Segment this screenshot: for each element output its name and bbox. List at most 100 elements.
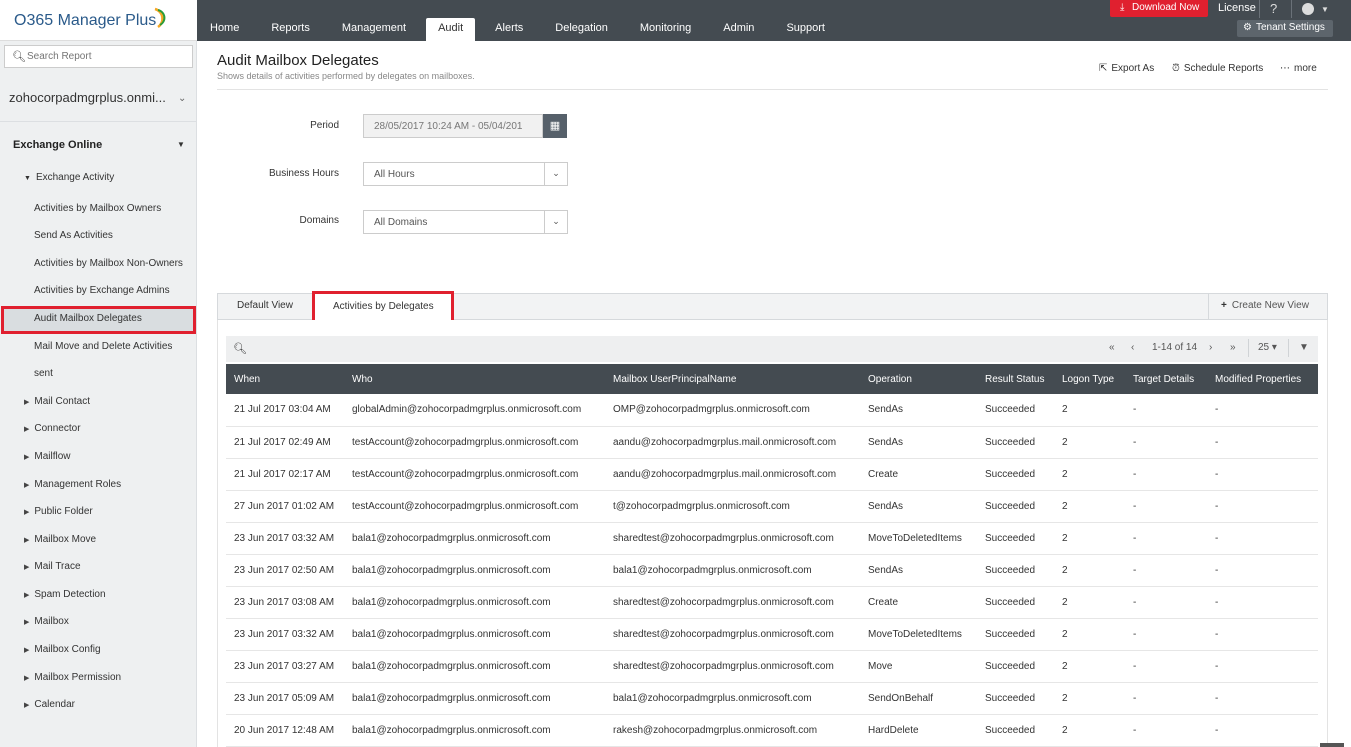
col-operation[interactable]: Operation <box>860 364 977 394</box>
table-row[interactable]: 23 Jun 2017 03:32 AM bala1@zohocorpadmgrp… <box>226 618 1318 651</box>
help-icon[interactable]: ? <box>1270 1 1277 16</box>
sidebar-link-activities-by-mailbox-non-owners[interactable]: Activities by Mailbox Non-Owners <box>34 258 183 269</box>
nav-admin[interactable]: Admin <box>711 18 766 41</box>
sidebar-group-management-roles[interactable]: ▶ Management Roles <box>24 479 121 490</box>
cell-who: bala1@zohocorpadmgrplus.onmicrosoft.com <box>344 682 605 715</box>
sidebar-group-label: Management Roles <box>34 479 122 490</box>
sidebar-group-mailbox-move[interactable]: ▶ Mailbox Move <box>24 534 96 545</box>
sidebar-group-calendar[interactable]: ▶ Calendar <box>24 699 75 710</box>
sidebar-link-activities-by-mailbox-owners[interactable]: Activities by Mailbox Owners <box>34 203 161 214</box>
col-target-details[interactable]: Target Details <box>1125 364 1207 394</box>
sidebar-group-connector[interactable]: ▶ Connector <box>24 423 81 434</box>
sidebar-group-mailflow[interactable]: ▶ Mailflow <box>24 451 71 462</box>
period-field[interactable]: 28/05/2017 10:24 AM - 05/04/201 <box>363 114 543 138</box>
caret-down-icon[interactable]: ▼ <box>177 140 185 149</box>
cell-logon-type: 2 <box>1054 618 1125 651</box>
sidebar-link-activities-by-exchange-admins[interactable]: Activities by Exchange Admins <box>34 285 170 296</box>
sidebar-group-mailbox-permission[interactable]: ▶ Mailbox Permission <box>24 672 121 683</box>
business-hours-label: Business Hours <box>268 168 339 179</box>
cell-modified-properties: - <box>1207 522 1318 555</box>
sidebar-group-label: Mailbox Config <box>34 644 101 655</box>
cell-mailbox-upn: t@zohocorpadmgrplus.onmicrosoft.com <box>605 490 860 523</box>
sidebar-link-send-as-activities[interactable]: Send As Activities <box>34 230 113 241</box>
col-who[interactable]: Who <box>344 364 605 394</box>
sidebar-group-mailbox[interactable]: ▶ Mailbox <box>24 616 69 627</box>
tenant-settings-button[interactable]: ⚙ Tenant Settings <box>1237 20 1333 37</box>
table-row[interactable]: 21 Jul 2017 02:17 AM testAccount@zohocorp… <box>226 458 1318 491</box>
nav-reports[interactable]: Reports <box>259 18 322 41</box>
nav-management[interactable]: Management <box>330 18 418 41</box>
caret-right-icon: ▶ <box>24 399 30 406</box>
next-page-icon[interactable]: › <box>1209 342 1212 353</box>
section-exchange-online[interactable]: Exchange Online <box>13 139 102 151</box>
search-report-input[interactable] <box>27 49 187 64</box>
table-row[interactable]: 23 Jun 2017 03:32 AM bala1@zohocorpadmgrp… <box>226 522 1318 555</box>
first-page-icon[interactable]: « <box>1109 342 1115 353</box>
grid-search-icon[interactable]: 🔍︎ <box>233 342 247 355</box>
table-row[interactable]: 27 Jun 2017 01:02 AM testAccount@zohocorp… <box>226 490 1318 523</box>
sidebar-group-mail-trace[interactable]: ▶ Mail Trace <box>24 561 81 572</box>
sidebar-group-mailbox-config[interactable]: ▶ Mailbox Config <box>24 644 101 655</box>
more-button[interactable]: ⋯ more <box>1280 63 1317 74</box>
domains-value: All Domains <box>374 217 428 228</box>
col-when[interactable]: When <box>226 364 344 394</box>
table-row[interactable]: 20 Jun 2017 12:48 AM bala1@zohocorpadmgrp… <box>226 714 1318 747</box>
logo-area[interactable]: O365 Manager Plus <box>0 0 197 41</box>
cell-result-status: Succeeded <box>977 458 1054 491</box>
license-link[interactable]: License <box>1218 2 1256 14</box>
col-mailbox-upn[interactable]: Mailbox UserPrincipalName <box>605 364 860 394</box>
schedule-reports-button[interactable]: ⏰︎ Schedule Reports <box>1172 63 1263 74</box>
cell-operation: HardDelete <box>860 714 977 747</box>
nav-support[interactable]: Support <box>774 18 837 41</box>
table-row[interactable]: 23 Jun 2017 03:27 AM bala1@zohocorpadmgrp… <box>226 650 1318 683</box>
cell-mailbox-upn: OMP@zohocorpadmgrplus.onmicrosoft.com <box>605 394 860 427</box>
cell-logon-type: 2 <box>1054 426 1125 459</box>
export-as-button[interactable]: ⇱ Export As <box>1099 63 1154 74</box>
table-row[interactable]: 23 Jun 2017 03:08 AM bala1@zohocorpadmgrp… <box>226 586 1318 619</box>
group-exchange-activity[interactable]: ▼ Exchange Activity <box>24 172 114 183</box>
nav-home[interactable]: Home <box>198 18 251 41</box>
table-row[interactable]: 23 Jun 2017 02:50 AM bala1@zohocorpadmgrp… <box>226 554 1318 587</box>
sidebar-group-public-folder[interactable]: ▶ Public Folder <box>24 506 93 517</box>
chevron-down-icon[interactable]: ▼ <box>1321 5 1329 14</box>
nav-delegation[interactable]: Delegation <box>543 18 620 41</box>
sidebar-group-mail-contact[interactable]: ▶ Mail Contact <box>24 396 90 407</box>
download-now-button[interactable]: ⤓ Download Now <box>1110 0 1208 17</box>
nav-alerts[interactable]: Alerts <box>483 18 535 41</box>
sidebar-link-audit-mailbox-delegates[interactable]: Audit Mailbox Delegates <box>34 313 142 324</box>
page-size-select[interactable]: 25 ▾ <box>1258 342 1277 353</box>
group-exchange-activity-label: Exchange Activity <box>35 172 115 183</box>
cell-logon-type: 2 <box>1054 586 1125 619</box>
nav-audit[interactable]: Audit <box>426 18 476 41</box>
page-size-value: 25 <box>1258 342 1270 353</box>
business-hours-select[interactable]: All Hours ⌄ <box>363 162 568 186</box>
tenant-selector[interactable]: zohocorpadmgrplus.onmi... ⌄ <box>0 85 197 115</box>
caret-right-icon: ▶ <box>24 454 30 461</box>
col-result-status[interactable]: Result Status <box>977 364 1054 394</box>
table-row[interactable]: 21 Jul 2017 02:49 AM testAccount@zohocorp… <box>226 426 1318 459</box>
cell-operation: MoveToDeletedItems <box>860 618 977 651</box>
user-avatar-icon[interactable] <box>1302 3 1314 15</box>
domains-select[interactable]: All Domains ⌄ <box>363 210 568 234</box>
sidebar-group-spam-detection[interactable]: ▶ Spam Detection <box>24 589 106 600</box>
sidebar-link-sent[interactable]: sent <box>34 368 53 379</box>
last-page-icon[interactable]: » <box>1230 342 1236 353</box>
table-row[interactable]: 21 Jul 2017 03:04 AM globalAdmin@zohocorp… <box>226 394 1318 427</box>
title-divider <box>217 89 1328 90</box>
tab-default-view[interactable]: Default View <box>237 300 293 311</box>
create-new-view-button[interactable]: + Create New View <box>1208 293 1328 320</box>
calendar-icon[interactable]: ▦ <box>543 114 567 138</box>
cell-operation: MoveToDeletedItems <box>860 522 977 555</box>
sidebar-link-mail-move-and-delete-activities[interactable]: Mail Move and Delete Activities <box>34 341 172 352</box>
prev-page-icon[interactable]: ‹ <box>1131 342 1134 353</box>
cell-operation: SendOnBehalf <box>860 682 977 715</box>
nav-monitoring[interactable]: Monitoring <box>628 18 703 41</box>
filter-icon[interactable]: ▼ <box>1299 342 1309 353</box>
col-logon-type[interactable]: Logon Type <box>1054 364 1125 394</box>
search-report-box[interactable]: 🔍︎ <box>4 45 193 68</box>
table-row[interactable]: 23 Jun 2017 05:09 AM bala1@zohocorpadmgrp… <box>226 682 1318 715</box>
col-modified-properties[interactable]: Modified Properties <box>1207 364 1318 394</box>
scrollbar-corner[interactable] <box>1320 743 1344 747</box>
cell-operation: Create <box>860 586 977 619</box>
tenant-settings-label: Tenant Settings <box>1255 22 1325 33</box>
